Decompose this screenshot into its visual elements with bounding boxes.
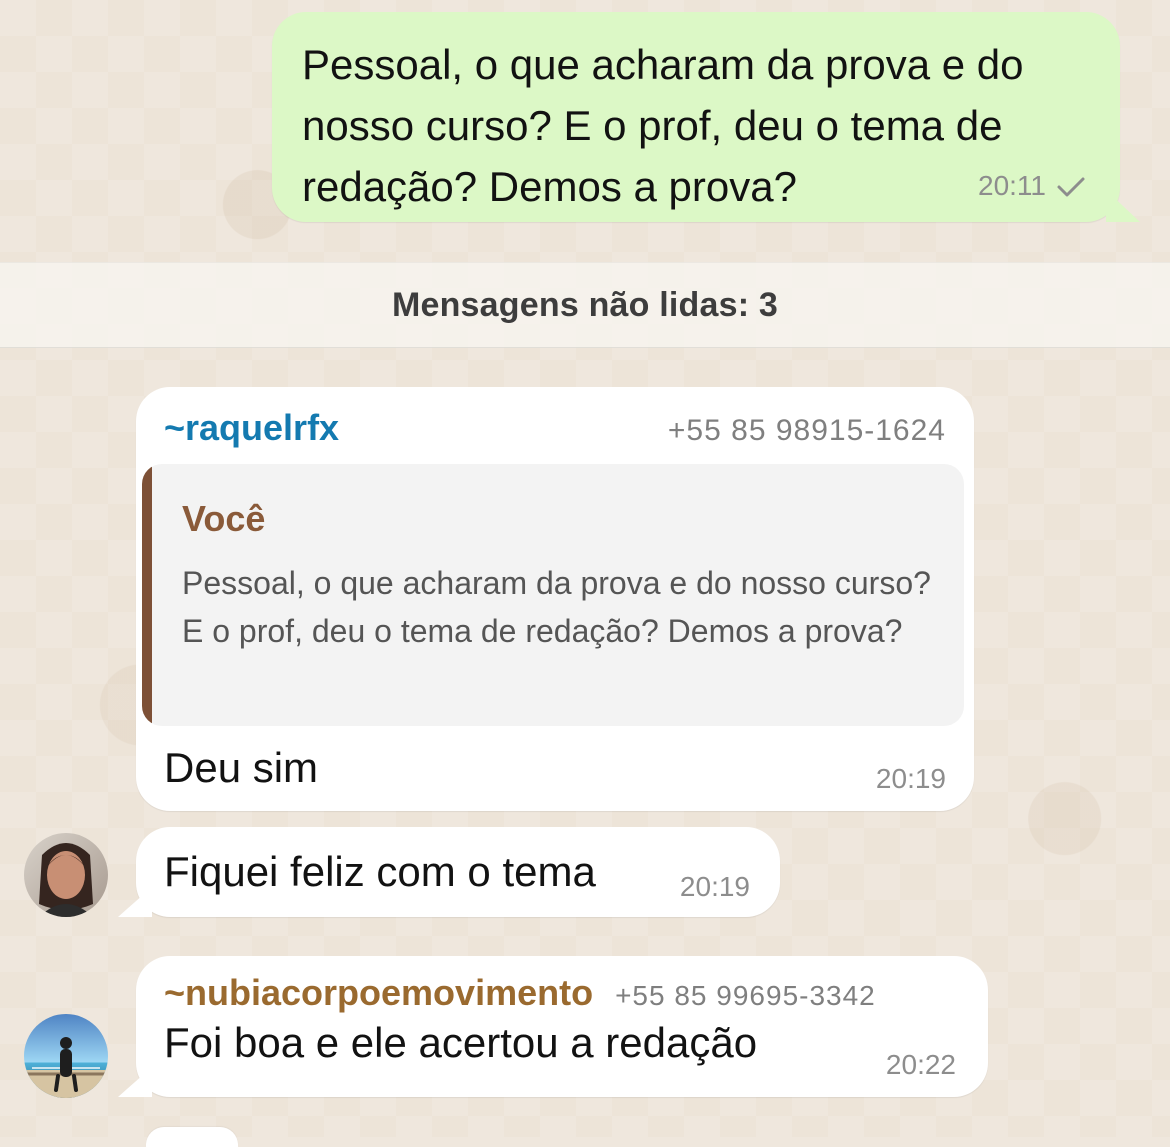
sender-phone: +55 85 99695-3342 xyxy=(615,980,876,1011)
partial-message-bubble[interactable] xyxy=(146,1127,238,1147)
unread-messages-label: Mensagens não lidas: 3 xyxy=(391,285,779,324)
message-text: Fiquei feliz com o tema xyxy=(164,848,596,895)
sender-name[interactable]: ~raquelrfx xyxy=(164,407,339,449)
outgoing-message-meta: 20:11 xyxy=(978,170,1086,202)
quote-text: Pessoal, o que acharam da prova e do nos… xyxy=(182,565,931,649)
message-header: ~nubiacorpoemovimento +55 85 99695-3342 xyxy=(164,972,958,1014)
sender-phone: +55 85 98915-1624 xyxy=(667,414,946,447)
user-avatar-icon[interactable] xyxy=(24,1014,108,1098)
outgoing-message-text: Pessoal, o que acharam da prova e do nos… xyxy=(302,41,1024,210)
message-bubble-feliz[interactable]: Fiquei feliz com o tema 20:19 xyxy=(136,827,780,917)
message-time: 20:22 xyxy=(885,1049,956,1080)
message-header: ~raquelrfx +55 85 98915-1624 xyxy=(164,407,946,449)
check-icon xyxy=(1056,174,1086,198)
message-time: 20:19 xyxy=(875,763,946,794)
user-avatar-icon[interactable] xyxy=(24,833,108,917)
unread-messages-banner: Mensagens não lidas: 3 xyxy=(0,262,1170,348)
outgoing-message-time: 20:11 xyxy=(978,170,1046,201)
sender-name[interactable]: ~nubiacorpoemovimento xyxy=(164,972,593,1014)
message-text: Deu sim xyxy=(164,744,319,791)
message-bubble-nubia[interactable]: ~nubiacorpoemovimento +55 85 99695-3342 … xyxy=(136,956,988,1097)
message-text: Foi boa e ele acertou a redação xyxy=(164,1019,758,1066)
message-bubble-raquel-reply[interactable]: ~raquelrfx +55 85 98915-1624 Você Pessoa… xyxy=(136,387,974,811)
outgoing-message-bubble[interactable]: Pessoal, o que acharam da prova e do nos… xyxy=(272,12,1120,222)
message-time: 20:19 xyxy=(679,871,750,902)
quote-accent-bar xyxy=(142,464,152,726)
quoted-message[interactable]: Você Pessoal, o que acharam da prova e d… xyxy=(142,464,964,726)
quote-author: Você xyxy=(182,498,266,539)
